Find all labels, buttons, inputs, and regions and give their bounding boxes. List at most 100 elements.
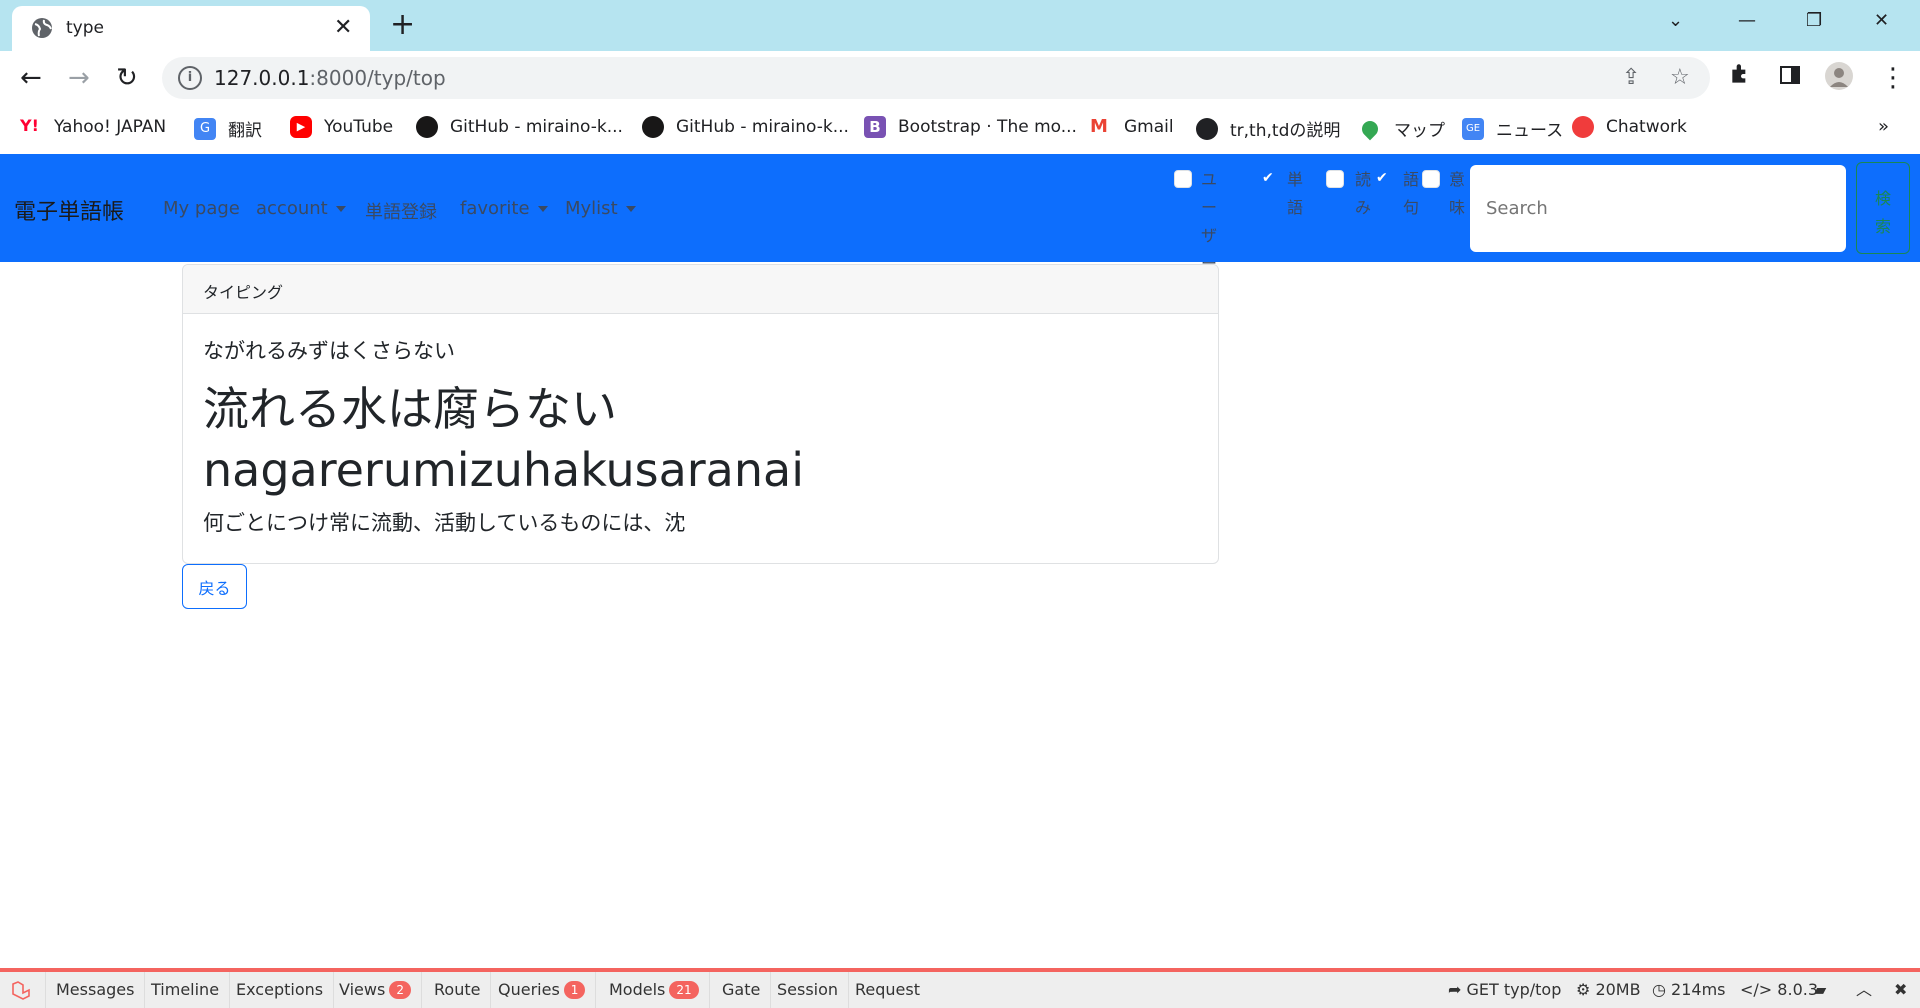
minimize-icon[interactable]: — [1738,10,1756,31]
nav-favorite-dropdown[interactable]: favorite [460,198,548,219]
filter-username-checkbox[interactable] [1174,170,1192,188]
address-bar[interactable]: i 127.0.0.1:8000/typ/top ⇪ ☆ [162,57,1710,99]
debugbar-tab-timeline[interactable]: Timeline [141,972,231,1008]
bookmarks-bar: Y! Yahoo! JAPAN G 翻訳 ▶ YouTube GitHub - … [0,108,1920,154]
filter-meaning-label: 意味 [1448,170,1465,217]
debugbar-time: ◷ 214ms [1652,980,1726,999]
debugbar-tab-views[interactable]: Views 2 [329,972,422,1008]
reload-icon[interactable]: ↻ [116,63,138,93]
bookmark-translate[interactable]: G 翻訳 [194,116,262,141]
search-input[interactable] [1470,165,1846,252]
translate-icon: G [194,117,216,140]
side-panel-icon[interactable] [1778,63,1802,94]
navbar-brand[interactable]: 電子単語帳 [14,194,124,226]
more-bookmarks-icon[interactable]: » [1878,116,1889,137]
browser-menu-icon[interactable]: ⋮ [1880,63,1906,93]
filter-phrase-checkbox[interactable]: ✔ [1376,170,1388,186]
word-reading: ながれるみずはくさらない [203,339,455,363]
folder-open-icon[interactable]: ▰ [1814,972,1826,1008]
chevron-up-icon[interactable]: ︿ [1856,972,1872,1008]
github-icon [416,116,438,138]
nav-word-register[interactable]: 単語登録 [365,198,437,224]
bookmark-news[interactable]: GE ニュース [1462,116,1563,141]
app-navbar: 電子単語帳 My page account 単語登録 favorite Myli… [0,154,1920,301]
filter-reading-label: 読み [1354,170,1371,217]
bookmark-bootstrap[interactable]: B Bootstrap · The mo... [864,116,1077,138]
globe-icon [1196,117,1218,140]
debugbar-tab-models[interactable]: Models 21 [599,972,710,1008]
debugbar-memory: ⚙ 20MB [1576,980,1641,999]
share-arrow-icon: ➦ [1448,980,1467,999]
yahoo-icon: Y! [20,116,39,135]
filter-word-checkbox[interactable]: ✔ [1262,170,1274,186]
news-icon: GE [1462,117,1484,140]
globe-icon [30,16,54,44]
nav-my-page[interactable]: My page [163,198,240,219]
back-button[interactable]: 戻る [182,564,247,609]
browser-tabstrip: type ✕ + ⌄ — ❐ ✕ [0,0,1920,51]
tab-search-icon[interactable]: ⌄ [1668,10,1683,31]
code-icon: </> [1740,980,1778,999]
filter-word-label: 単語 [1286,170,1303,217]
chevron-down-icon [625,206,636,212]
profile-avatar-icon[interactable] [1824,61,1854,98]
close-tab-icon[interactable]: ✕ [334,16,352,40]
word-text: 流れる水は腐らない [203,382,617,436]
share-icon[interactable]: ⇪ [1622,65,1640,90]
chatwork-icon [1572,116,1594,138]
bookmark-youtube[interactable]: ▶ YouTube [290,116,393,138]
debugbar-tab-queries[interactable]: Queries 1 [488,972,597,1008]
bootstrap-icon: B [864,116,886,138]
debugbar-tab-request[interactable]: Request [845,972,930,1008]
site-info-icon[interactable]: i [178,66,202,90]
nav-account-dropdown[interactable]: account [256,198,346,219]
models-count-badge: 21 [669,981,699,999]
chevron-down-icon [537,206,548,212]
clock-icon: ◷ [1652,980,1672,999]
bookmark-tr-th-td[interactable]: tr,th,tdの説明 [1196,116,1340,141]
filter-phrase-label: 語句 [1402,170,1419,217]
debugbar-route[interactable]: ➦ GET typ/top [1448,972,1561,1008]
cogs-icon: ⚙ [1576,980,1596,999]
debugbar-tab-exceptions[interactable]: Exceptions [226,972,335,1008]
browser-tab[interactable]: type ✕ [12,6,370,51]
debugbar-tab-session[interactable]: Session [767,972,850,1008]
url-text: 127.0.0.1:8000/typ/top [214,66,446,90]
tab-title: type [66,18,104,38]
youtube-icon: ▶ [290,116,312,138]
forward-icon[interactable]: → [68,63,90,93]
back-icon[interactable]: ← [20,63,42,93]
filter-meaning-checkbox[interactable] [1422,170,1440,188]
queries-count-badge: 1 [563,981,586,999]
bookmark-maps[interactable]: マップ [1358,116,1445,141]
window-close-icon[interactable]: ✕ [1874,10,1889,31]
bookmark-star-icon[interactable]: ☆ [1670,65,1690,90]
bookmark-chatwork[interactable]: Chatwork [1572,116,1687,138]
word-romaji: nagarerumizuhakusaranai [203,443,804,497]
bookmark-yahoo[interactable]: Y! Yahoo! JAPAN [20,116,166,138]
bookmark-github-1[interactable]: GitHub - miraino-k... [416,116,623,138]
gmail-icon: M [1090,116,1108,137]
word-meaning: 何ごとにつけ常に流動、活動しているものには、沈 [203,511,686,535]
extensions-icon[interactable] [1728,61,1754,94]
views-count-badge: 2 [389,981,411,999]
laravel-logo-icon[interactable] [0,972,46,1008]
debugbar-tab-gate[interactable]: Gate [712,972,772,1008]
debugbar-tab-route[interactable]: Route [424,972,492,1008]
debugbar-tab-messages[interactable]: Messages [46,972,146,1008]
search-button[interactable]: 検索 [1856,162,1910,254]
chevron-down-icon [335,206,346,212]
debugbar: Messages Timeline Exceptions Views 2 Rout… [0,968,1920,1008]
nav-mylist-dropdown[interactable]: Mylist [565,198,636,219]
filter-reading-checkbox[interactable] [1326,170,1344,188]
restore-icon[interactable]: ❐ [1806,10,1822,31]
typing-card: タイピング ながれるみずはくさらない 流れる水は腐らない nagarerumiz… [182,264,1219,564]
debugbar-php-version: </> 8.0.3 [1740,980,1819,999]
maps-icon [1358,117,1382,140]
bookmark-gmail[interactable]: M Gmail [1090,116,1174,138]
debugbar-close-icon[interactable]: ✖ [1894,972,1907,1008]
browser-toolbar: ← → ↻ i 127.0.0.1:8000/typ/top ⇪ ☆ ⋮ [0,51,1920,108]
github-icon [642,116,664,138]
new-tab-icon[interactable]: + [390,10,415,40]
bookmark-github-2[interactable]: GitHub - miraino-k... [642,116,849,138]
